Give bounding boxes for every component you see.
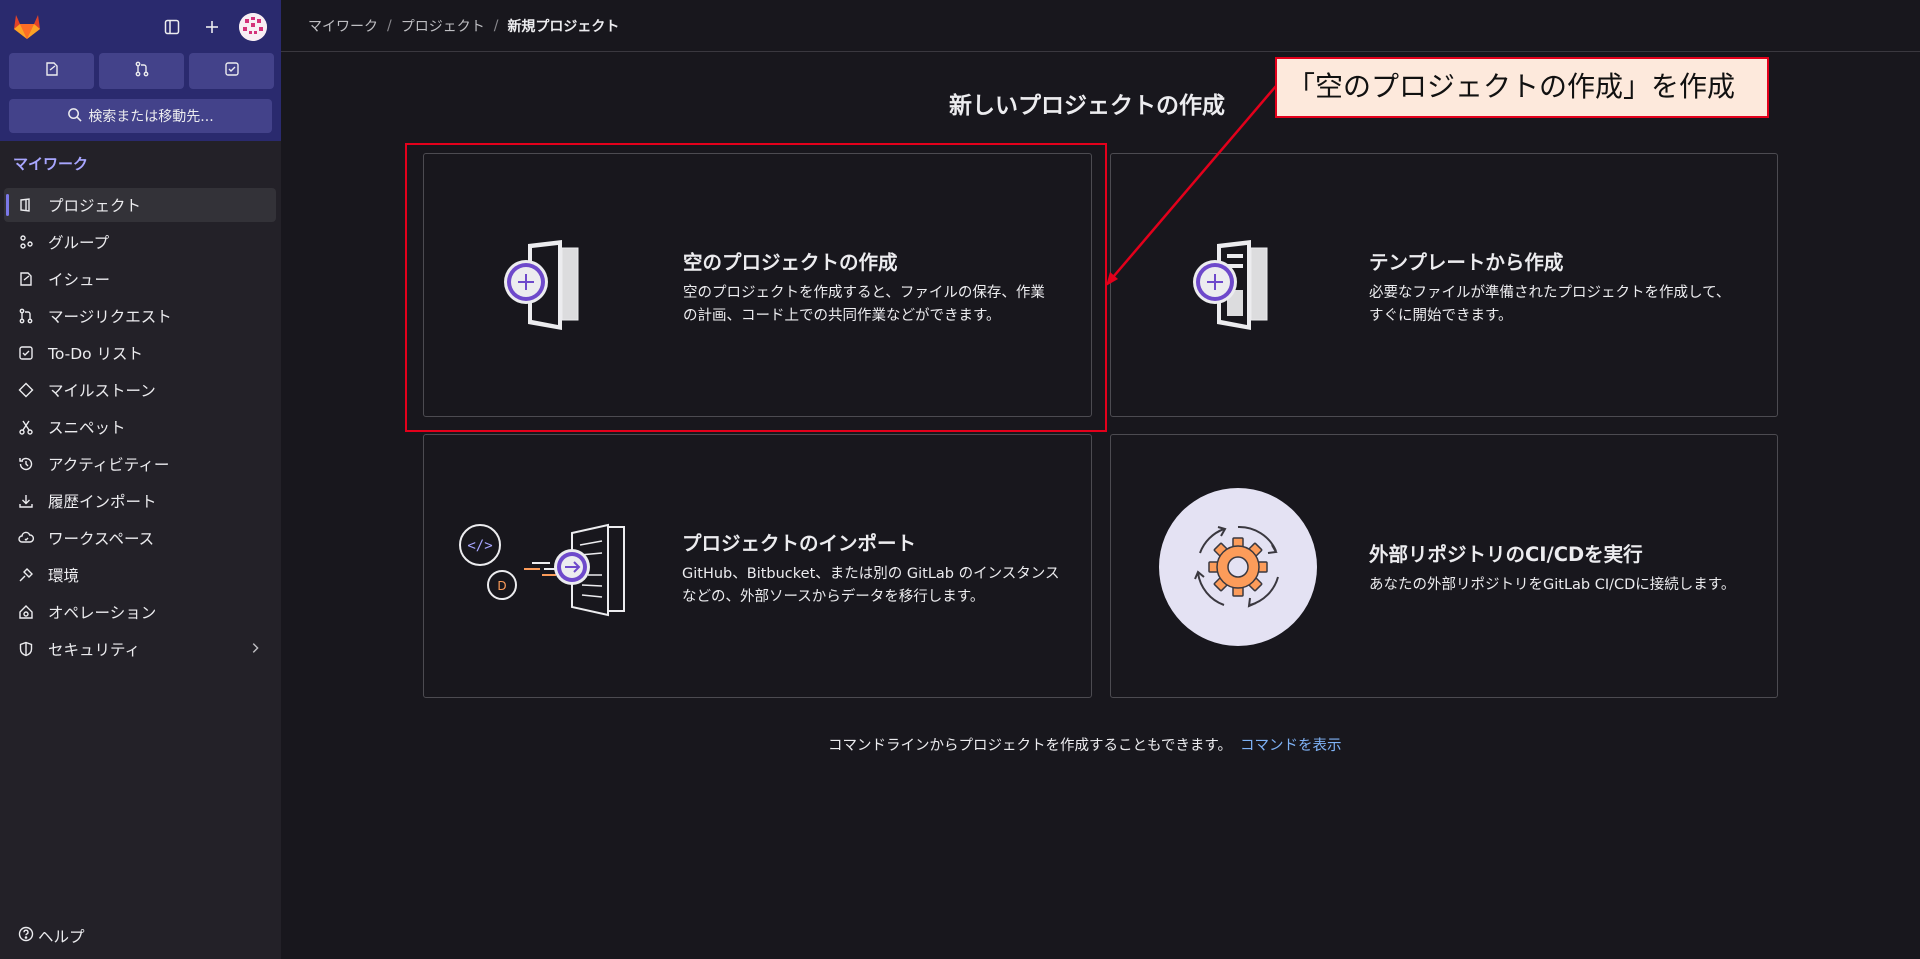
milestone-icon xyxy=(18,382,34,398)
breadcrumb-separator: / xyxy=(387,17,392,34)
todo-icon xyxy=(224,61,240,81)
template-project-illustration xyxy=(1193,240,1293,336)
sidebar-item-label: オペレーション xyxy=(48,604,157,622)
plus-icon[interactable] xyxy=(199,14,225,40)
sidebar-item-groups[interactable]: グループ xyxy=(4,225,276,259)
merge-request-icon xyxy=(18,308,34,324)
sidebar-item-workspaces[interactable]: ワークスペース xyxy=(4,521,276,555)
card-description-line-1: 必要なファイルが準備されたプロジェクトを作成して、 xyxy=(1369,285,1731,301)
show-command-link[interactable]: コマンドを表示 xyxy=(1240,738,1342,754)
issues-shortcut-button[interactable] xyxy=(9,53,94,89)
issues-icon xyxy=(44,61,60,81)
sidebar-item-label: マイルストーン xyxy=(48,382,156,400)
card-description-line-2: の計画、コード上での共同作業などができます。 xyxy=(683,308,1001,324)
card-description-line-2: などの、外部ソースからデータを移行します。 xyxy=(682,589,985,605)
section-label-my-work[interactable]: マイワーク xyxy=(13,153,88,174)
merge-request-icon xyxy=(134,61,150,81)
import-project-card[interactable]: </> D プロジェクトのインポート GitHub、Bitbucket、または別… xyxy=(423,434,1092,698)
sidebar-item-label: イシュー xyxy=(48,271,111,289)
sidebar-item-environments[interactable]: 環境 xyxy=(4,558,276,592)
breadcrumb-item-new-project[interactable]: 新規プロジェクト xyxy=(507,16,619,36)
sidebar-item-label: アクティビティー xyxy=(48,456,170,474)
sidebar-header: 検索または移動先... xyxy=(0,0,281,141)
sidebar-item-issues[interactable]: イシュー xyxy=(4,262,276,296)
sidebar-toggle-icon[interactable] xyxy=(159,14,185,40)
card-title: テンプレートから作成 xyxy=(1369,251,1564,274)
help-icon xyxy=(18,926,34,946)
sidebar-item-merge-requests[interactable]: マージリクエスト xyxy=(4,299,276,333)
sidebar-item-milestones[interactable]: マイルストーン xyxy=(4,373,276,407)
page-title: 新しいプロジェクトの作成 xyxy=(949,93,1225,119)
breadcrumb-item-projects[interactable]: プロジェクト xyxy=(401,16,485,36)
todo-shortcut-button[interactable] xyxy=(189,53,274,89)
card-title: 空のプロジェクトの作成 xyxy=(683,251,898,274)
annotation-callout: 「空のプロジェクトの作成」を作成 xyxy=(1275,57,1769,118)
gitlab-logo-icon[interactable] xyxy=(12,12,42,40)
sidebar-item-snippets[interactable]: スニペット xyxy=(4,410,276,444)
snippet-icon xyxy=(18,419,34,435)
search-icon xyxy=(67,107,82,126)
card-description-line-1: あなたの外部リポジトリをGitLab CI/CDに接続します。 xyxy=(1369,577,1736,593)
card-description-line-2: すぐに開始できます。 xyxy=(1369,308,1513,324)
sidebar-item-activity[interactable]: アクティビティー xyxy=(4,447,276,481)
card-title: 外部リポジトリのCI/CDを実行 xyxy=(1369,543,1643,566)
command-line-hint-text: コマンドラインからプロジェクトを作成することもできます。 xyxy=(828,738,1232,754)
card-description-line-1: 空のプロジェクトを作成すると、ファイルの保存、作業 xyxy=(683,285,1045,301)
create-from-template-card[interactable]: テンプレートから作成 必要なファイルが準備されたプロジェクトを作成して、 すぐに… xyxy=(1110,153,1778,417)
sidebar-item-label: ワークスペース xyxy=(48,530,155,548)
todo-icon xyxy=(18,345,34,361)
help-label: ヘルプ xyxy=(38,928,85,946)
svg-text:D: D xyxy=(497,579,506,593)
create-blank-project-card[interactable]: 空のプロジェクトの作成 空のプロジェクトを作成すると、ファイルの保存、作業 の計… xyxy=(423,153,1092,417)
card-title: プロジェクトのインポート xyxy=(682,532,917,555)
merge-requests-shortcut-button[interactable] xyxy=(99,53,184,89)
blank-project-illustration xyxy=(504,240,604,336)
breadcrumb-item-my-work[interactable]: マイワーク xyxy=(308,16,378,36)
sidebar-item-label: グループ xyxy=(48,234,110,252)
history-icon xyxy=(18,456,34,472)
cloud-icon xyxy=(18,530,34,546)
group-icon xyxy=(18,234,34,250)
import-project-illustration: </> D xyxy=(458,523,648,627)
sidebar-item-security[interactable]: セキュリティ xyxy=(4,632,276,666)
sidebar-item-projects[interactable]: プロジェクト xyxy=(4,188,276,222)
search-button[interactable]: 検索または移動先... xyxy=(9,99,272,133)
avatar[interactable] xyxy=(239,13,267,41)
issues-icon xyxy=(18,271,34,287)
sidebar-item-label: マージリクエスト xyxy=(48,308,172,326)
sidebar-nav: プロジェクト グループ イシュー マージリクエスト To-Do リスト マイルス… xyxy=(4,188,276,669)
breadcrumb-separator: / xyxy=(493,17,499,34)
download-icon xyxy=(18,493,34,509)
svg-text:</>: </> xyxy=(467,538,492,554)
card-description-line-1: GitHub、Bitbucket、または別の GitLab のインスタンス xyxy=(682,566,1060,582)
environment-icon xyxy=(18,567,34,583)
sidebar: 検索または移動先... マイワーク プロジェクト グループ イシュー マージリク… xyxy=(0,0,281,959)
sidebar-item-label: プロジェクト xyxy=(48,197,142,215)
shield-icon xyxy=(18,641,34,657)
breadcrumb: マイワーク / プロジェクト / 新規プロジェクト xyxy=(281,0,1920,52)
search-label: 検索または移動先... xyxy=(88,109,214,125)
sidebar-item-label: 履歴インポート xyxy=(48,493,157,511)
sidebar-item-todo[interactable]: To-Do リスト xyxy=(4,336,276,370)
cicd-gear-illustration xyxy=(1158,487,1318,651)
sidebar-item-label: To-Do リスト xyxy=(48,345,144,363)
sidebar-item-label: 環境 xyxy=(48,567,80,585)
sidebar-item-label: セキュリティ xyxy=(48,641,141,659)
help-button[interactable]: ヘルプ xyxy=(18,925,85,947)
command-line-hint: コマンドラインからプロジェクトを作成することもできます。 コマンドを表示 xyxy=(828,734,1341,755)
sidebar-item-operations[interactable]: オペレーション xyxy=(4,595,276,629)
project-icon xyxy=(18,197,34,213)
run-cicd-external-repo-card[interactable]: 外部リポジトリのCI/CDを実行 あなたの外部リポジトリをGitLab CI/C… xyxy=(1110,434,1778,698)
sidebar-item-label: スニペット xyxy=(48,419,126,437)
operations-icon xyxy=(18,604,34,620)
sidebar-item-import-history[interactable]: 履歴インポート xyxy=(4,484,276,518)
chevron-right-icon xyxy=(248,641,262,659)
